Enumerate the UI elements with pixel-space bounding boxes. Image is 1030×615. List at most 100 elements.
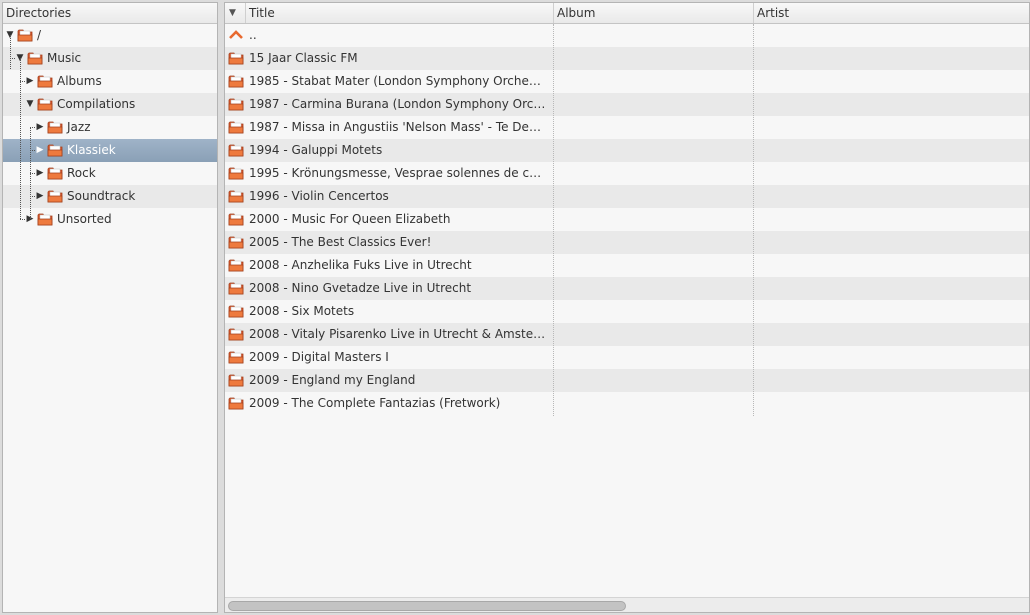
directory-tree[interactable]: ▼ / ▼ Music ▶ Albums ▼ Compilations ▶ Jazz ▶ Klassi…: [3, 24, 217, 612]
parent-directory-row[interactable]: ..: [225, 24, 1029, 47]
folder-icon: [228, 258, 244, 272]
folder-icon: [228, 212, 244, 226]
horizontal-scrollbar[interactable]: [225, 597, 1029, 612]
tree-item-label: Klassiek: [67, 143, 116, 157]
tree-item-music[interactable]: ▼ Music: [3, 47, 217, 70]
tree-item-label: Albums: [57, 74, 102, 88]
file-list[interactable]: .. 15 Jaar Classic FM 1985 - Stabat Mater …: [225, 24, 1029, 597]
collapsed-triangle-icon[interactable]: ▶: [35, 139, 45, 162]
folder-icon: [27, 51, 43, 65]
folder-icon: [37, 212, 53, 226]
title-cell: 2008 - Anzhelika Fuks Live in Utrecht: [249, 258, 472, 272]
title-cell: 15 Jaar Classic FM: [249, 51, 358, 65]
tree-item-label: Soundtrack: [67, 189, 136, 203]
list-item[interactable]: 2009 - Digital Masters I: [225, 346, 1029, 369]
list-item[interactable]: 2005 - The Best Classics Ever!: [225, 231, 1029, 254]
tree-guide-line: [30, 127, 35, 128]
sort-menu-icon[interactable]: ▼: [229, 3, 236, 23]
list-item[interactable]: 2008 - Six Motets: [225, 300, 1029, 323]
header-separator[interactable]: [553, 3, 554, 23]
folder-icon: [37, 74, 53, 88]
directories-header[interactable]: Directories: [3, 3, 217, 24]
folder-icon: [228, 51, 244, 65]
tree-item-label: Music: [47, 51, 82, 65]
directories-header-label: Directories: [6, 6, 72, 20]
column-header-title[interactable]: Title: [249, 3, 275, 23]
folder-icon: [228, 281, 244, 295]
collapsed-triangle-icon[interactable]: ▶: [35, 162, 45, 185]
list-item[interactable]: 2008 - Vitaly Pisarenko Live in Utrecht …: [225, 323, 1029, 346]
tree-item-albums[interactable]: ▶ Albums: [3, 70, 217, 93]
collapsed-triangle-icon[interactable]: ▶: [35, 116, 45, 139]
column-divider: [753, 24, 754, 416]
tree-item-label: Jazz: [67, 120, 91, 134]
folder-icon: [228, 396, 244, 410]
tree-item-label: Compilations: [57, 97, 136, 111]
tree-guide-line: [10, 35, 11, 69]
folder-icon: [37, 97, 53, 111]
tree-item-label: Rock: [67, 166, 96, 180]
title-cell: 1987 - Missa in Angustiis 'Nelson Mass' …: [249, 120, 547, 134]
tree-guide-line: [20, 81, 25, 82]
folder-icon: [47, 143, 63, 157]
list-item[interactable]: 1985 - Stabat Mater (London Symphony Orc…: [225, 70, 1029, 93]
list-item[interactable]: 1994 - Galuppi Motets: [225, 139, 1029, 162]
folder-icon: [47, 120, 63, 134]
title-cell: 2008 - Vitaly Pisarenko Live in Utrecht …: [249, 327, 547, 341]
tree-guide-line: [20, 58, 21, 219]
column-header-artist[interactable]: Artist: [757, 3, 789, 23]
folder-icon: [228, 120, 244, 134]
list-item[interactable]: 2009 - The Complete Fantazias (Fretwork): [225, 392, 1029, 415]
tree-item-unsorted[interactable]: ▶ Unsorted: [3, 208, 217, 231]
list-item[interactable]: 2009 - England my England: [225, 369, 1029, 392]
title-cell: 2009 - Digital Masters I: [249, 350, 389, 364]
title-cell: 2005 - The Best Classics Ever!: [249, 235, 432, 249]
title-cell: 1995 - Krönungsmesse, Vesprae solennes d…: [249, 166, 547, 180]
folder-icon: [228, 304, 244, 318]
folder-icon: [228, 189, 244, 203]
tree-item-root[interactable]: ▼ /: [3, 24, 217, 47]
horizontal-scrollbar-thumb[interactable]: [228, 601, 626, 611]
folder-icon: [228, 74, 244, 88]
folder-icon: [228, 166, 244, 180]
list-item[interactable]: 2008 - Anzhelika Fuks Live in Utrecht: [225, 254, 1029, 277]
tree-item-compilations[interactable]: ▼ Compilations: [3, 93, 217, 116]
collapsed-triangle-icon[interactable]: ▶: [25, 70, 35, 93]
file-list-pane[interactable]: ▼ Title Album Artist .. 15 Jaar Classic F…: [224, 2, 1030, 613]
title-cell: 2009 - England my England: [249, 373, 416, 387]
tree-guide-line: [30, 150, 35, 151]
title-cell: 2008 - Six Motets: [249, 304, 355, 318]
tree-item-klassiek[interactable]: ▶ Klassiek: [3, 139, 217, 162]
list-item[interactable]: 2000 - Music For Queen Elizabeth: [225, 208, 1029, 231]
folder-icon: [228, 97, 244, 111]
header-separator[interactable]: [753, 3, 754, 23]
tree-item-soundtrack[interactable]: ▶ Soundtrack: [3, 185, 217, 208]
tree-guide-line: [20, 219, 25, 220]
column-header-bar: ▼ Title Album Artist: [225, 3, 1029, 24]
tree-item-jazz[interactable]: ▶ Jazz: [3, 116, 217, 139]
list-item[interactable]: 15 Jaar Classic FM: [225, 47, 1029, 70]
column-divider: [553, 24, 554, 416]
folder-icon: [228, 143, 244, 157]
title-cell: ..: [249, 28, 257, 42]
folder-icon: [228, 235, 244, 249]
title-cell: 1996 - Violin Cencertos: [249, 189, 389, 203]
expanded-triangle-icon[interactable]: ▼: [25, 93, 35, 116]
title-cell: 1994 - Galuppi Motets: [249, 143, 383, 157]
folder-icon: [228, 350, 244, 364]
list-item[interactable]: 1996 - Violin Cencertos: [225, 185, 1029, 208]
collapsed-triangle-icon[interactable]: ▶: [35, 185, 45, 208]
column-header-album[interactable]: Album: [557, 3, 595, 23]
tree-item-rock[interactable]: ▶ Rock: [3, 162, 217, 185]
list-item[interactable]: 1995 - Krönungsmesse, Vesprae solennes d…: [225, 162, 1029, 185]
list-item[interactable]: 1987 - Missa in Angustiis 'Nelson Mass' …: [225, 116, 1029, 139]
tree-guide-line: [30, 196, 35, 197]
title-cell: 2000 - Music For Queen Elizabeth: [249, 212, 451, 226]
directories-pane[interactable]: Directories ▼ / ▼ Music ▶ Albums ▼ Compilations…: [2, 2, 218, 613]
list-item[interactable]: 1987 - Carmina Burana (London Symphony O…: [225, 93, 1029, 116]
header-separator: [245, 3, 246, 23]
list-item[interactable]: 2008 - Nino Gvetadze Live in Utrecht: [225, 277, 1029, 300]
title-cell: 1985 - Stabat Mater (London Symphony Orc…: [249, 74, 547, 88]
folder-icon: [228, 373, 244, 387]
tree-item-label: /: [37, 28, 42, 42]
